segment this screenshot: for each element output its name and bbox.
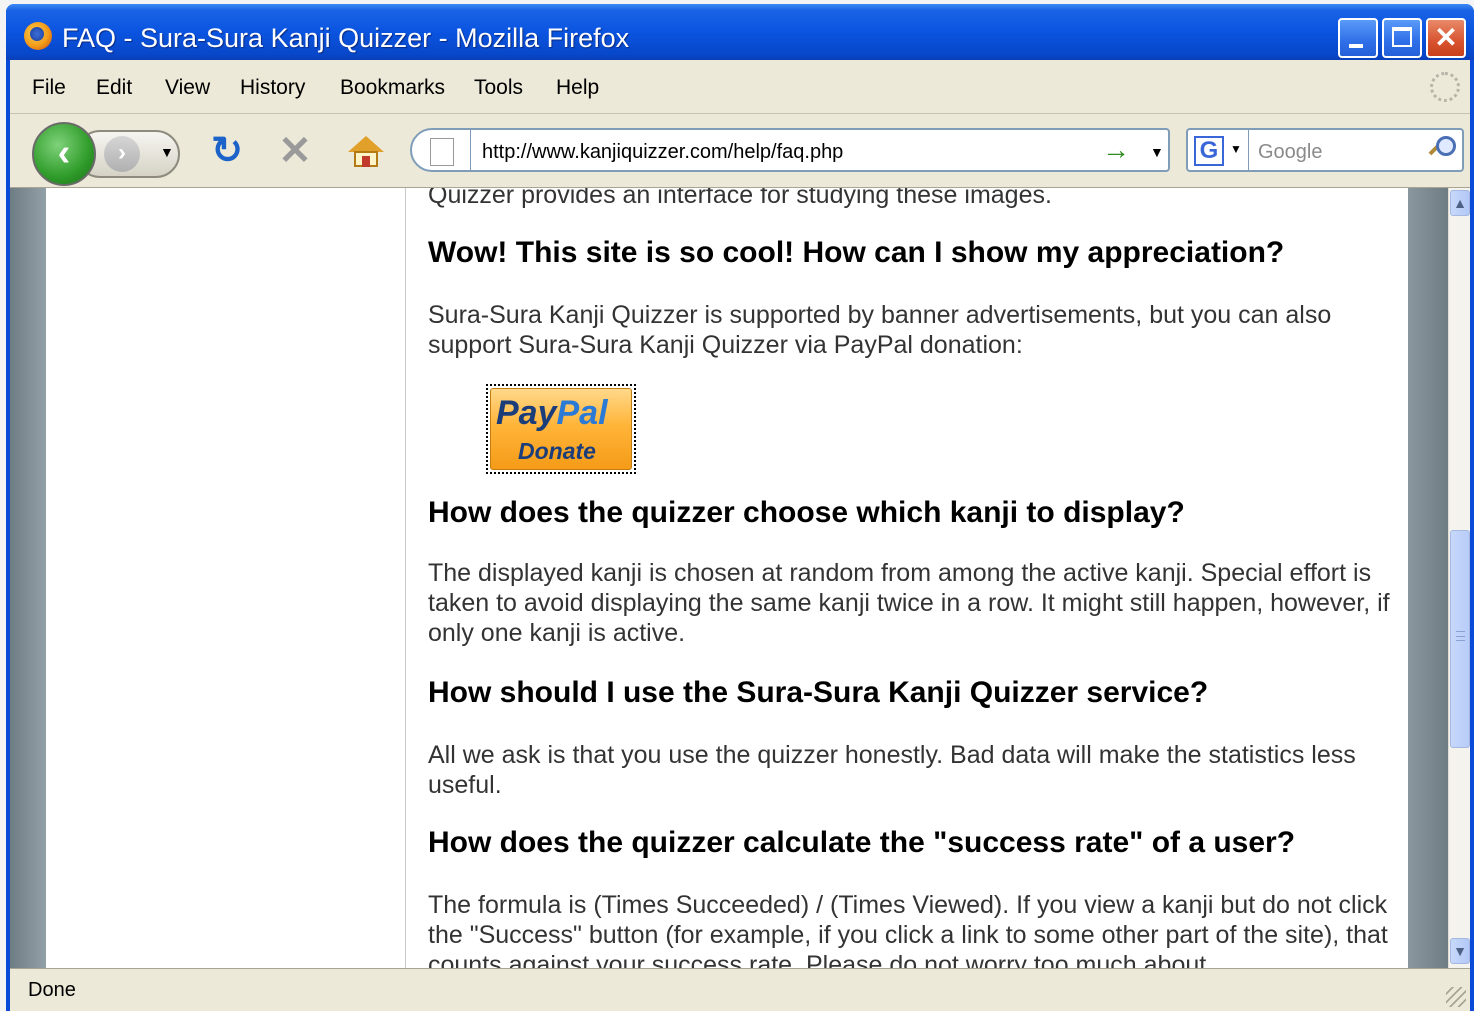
menu-help[interactable]: Help (556, 76, 599, 100)
firefox-logo-icon (24, 22, 52, 50)
menu-file[interactable]: File (32, 76, 66, 100)
url-dropdown-icon[interactable]: ▼ (1150, 144, 1164, 160)
page-right-border (1408, 188, 1448, 968)
minimize-icon (1349, 44, 1363, 48)
home-door (362, 156, 370, 167)
home-roof (348, 136, 384, 152)
status-text: Done (28, 979, 76, 1001)
title-bar[interactable]: FAQ - Sura-Sura Kanji Quizzer - Mozilla … (6, 4, 1474, 60)
menu-bar: File Edit View History Bookmarks Tools H… (10, 60, 1470, 114)
menu-view[interactable]: View (165, 76, 210, 100)
engine-dropdown-icon[interactable]: ▼ (1230, 142, 1242, 156)
stop-icon[interactable]: ✕ (274, 130, 316, 172)
search-bar[interactable]: G ▼ Google (1186, 128, 1464, 172)
paypal-logo-pal: Pal (556, 394, 608, 432)
search-icon-lens (1436, 136, 1456, 156)
status-bar: Done (10, 968, 1470, 1011)
paypal-logo: PayPal (496, 394, 608, 433)
scroll-up-button[interactable]: ▲ (1450, 190, 1470, 216)
menu-bookmarks[interactable]: Bookmarks (340, 76, 445, 100)
faq-question-success-rate: How does the quizzer calculate the "succ… (428, 826, 1296, 859)
maximize-button[interactable] (1382, 18, 1422, 58)
page-left-border (10, 188, 46, 968)
faq-question-appreciation: Wow! This site is so cool! How can I sho… (428, 236, 1285, 269)
forward-button[interactable]: › (104, 136, 140, 172)
scroll-down-button[interactable]: ▼ (1450, 938, 1470, 964)
resize-grip-icon[interactable] (1446, 987, 1466, 1007)
faq-answer-appreciation: Sura-Sura Kanji Quizzer is supported by … (428, 301, 1332, 359)
vertical-scrollbar[interactable]: ▲ ▼ (1448, 188, 1470, 968)
home-icon[interactable] (346, 132, 386, 172)
intro-partial-text: Quizzer provides an interface for studyi… (428, 188, 1052, 209)
reload-icon[interactable]: ↻ (206, 130, 248, 172)
search-separator (1248, 130, 1249, 170)
search-icon[interactable] (1428, 134, 1458, 166)
menu-edit[interactable]: Edit (96, 76, 132, 100)
navigation-toolbar: ‹ › ▼ ↻ ✕ http://www.kanjiquizzer.com/he… (10, 114, 1470, 188)
minimize-button[interactable] (1338, 18, 1378, 58)
faq-answer-use: All we ask is that you use the quizzer h… (428, 741, 1356, 799)
back-button[interactable]: ‹ (32, 122, 96, 186)
close-icon: ✕ (1434, 22, 1458, 53)
back-arrow-icon: ‹ (57, 132, 71, 174)
activity-throbber-icon (1430, 72, 1460, 102)
faq-question-choose: How does the quizzer choose which kanji … (428, 496, 1185, 529)
history-dropdown-icon[interactable]: ▼ (160, 144, 174, 160)
close-button[interactable]: ✕ (1426, 18, 1466, 58)
url-input[interactable]: http://www.kanjiquizzer.com/help/faq.php (482, 141, 843, 164)
faq-answer-success-rate: The formula is (Times Succeeded) / (Time… (428, 891, 1388, 968)
search-input[interactable]: Google (1258, 141, 1323, 164)
paypal-button-face: PayPal Donate (490, 388, 632, 470)
menu-history[interactable]: History (240, 76, 305, 100)
go-arrow-icon[interactable]: → (1102, 134, 1130, 166)
maximize-icon (1392, 27, 1412, 47)
scroll-thumb[interactable] (1450, 530, 1470, 748)
paypal-donate-button[interactable]: PayPal Donate (486, 384, 636, 474)
faq-answer-choose: The displayed kanji is chosen at random … (428, 559, 1390, 647)
page-favicon-icon (430, 138, 454, 166)
address-separator (470, 130, 471, 170)
page-sidebar (46, 188, 406, 968)
menu-tools[interactable]: Tools (474, 76, 523, 100)
page-viewport: Quizzer provides an interface for studyi… (10, 188, 1470, 968)
paypal-donate-label: Donate (518, 438, 596, 464)
paypal-logo-pay: Pay (496, 394, 557, 432)
window-title: FAQ - Sura-Sura Kanji Quizzer - Mozilla … (62, 23, 630, 53)
address-bar[interactable]: http://www.kanjiquizzer.com/help/faq.php… (410, 128, 1170, 172)
scroll-grip-icon (1456, 631, 1465, 641)
faq-question-use: How should I use the Sura-Sura Kanji Qui… (428, 676, 1209, 709)
faq-main-column: Quizzer provides an interface for studyi… (406, 188, 1408, 968)
google-engine-icon[interactable]: G (1194, 136, 1224, 166)
browser-window: FAQ - Sura-Sura Kanji Quizzer - Mozilla … (6, 4, 1474, 1011)
